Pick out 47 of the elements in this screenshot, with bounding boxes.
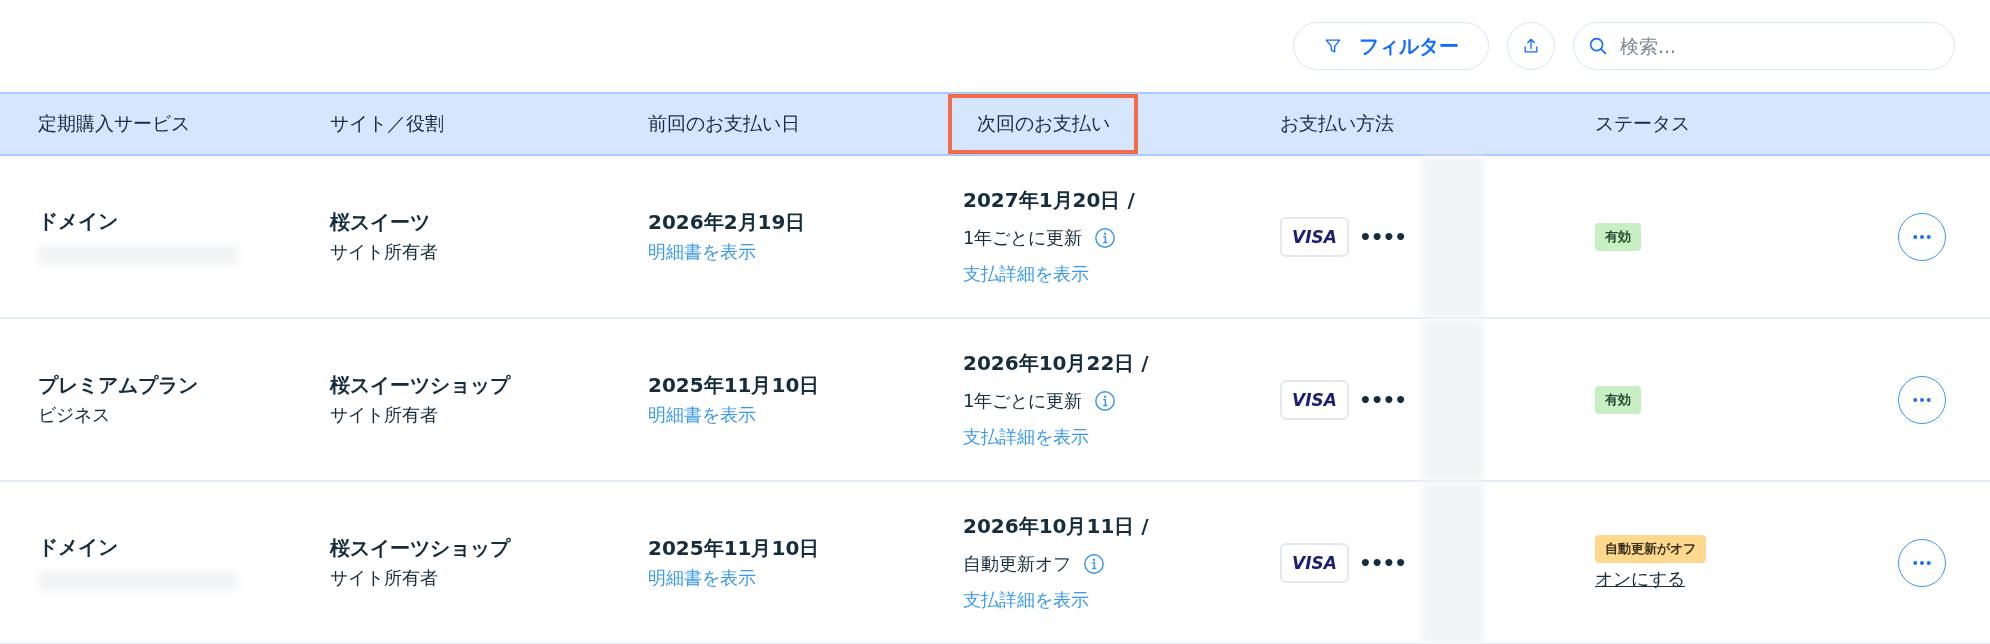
column-header[interactable]: 定期購入サービス [0, 94, 292, 154]
card-brand-logo: VISA [1280, 216, 1349, 257]
payment-date: 2026年10月22日 / [963, 350, 1149, 377]
turn-on-link[interactable]: オンにする [1595, 566, 1685, 591]
site-name: 桜スイーツショップ [330, 535, 510, 562]
search-field[interactable]: 検索... [1573, 22, 1955, 70]
card-brand-logo: VISA [1280, 379, 1349, 420]
card-number: •••• [1358, 387, 1407, 412]
payment-date: 2025年11月10日 [648, 372, 820, 399]
info-icon [1094, 227, 1117, 249]
service-name: プレミアムプラン [38, 372, 198, 399]
status-badge: 有効 [1595, 222, 1641, 251]
more-actions-button[interactable] [1898, 538, 1946, 587]
service-name: ドメイン [38, 208, 118, 235]
renewal-text: 1年ごとに更新 [963, 389, 1083, 413]
more-actions-button[interactable] [1898, 375, 1946, 424]
column-header[interactable]: サイト／役割 [292, 94, 610, 154]
status-badge: 自動更新がオフ [1595, 534, 1706, 563]
filter-button[interactable]: フィルター [1293, 22, 1489, 70]
more-icon [1913, 396, 1931, 403]
status-badge: 有効 [1595, 385, 1641, 414]
column-header[interactable]: 前回のお支払い日 [610, 94, 925, 154]
column-header[interactable]: お支払い方法 [1242, 94, 1557, 154]
more-icon [1913, 233, 1931, 240]
site-role: サイト所有者 [330, 240, 438, 264]
more-icon [1913, 559, 1931, 566]
info-icon [1094, 390, 1117, 412]
payment-date: 2025年11月10日 [648, 535, 820, 562]
site-role: サイト所有者 [330, 403, 438, 427]
renewal-text: 自動更新オフ [963, 552, 1071, 576]
more-actions-button[interactable] [1898, 212, 1946, 261]
card-number: •••• [1358, 224, 1407, 249]
renewal-text: 1年ごとに更新 [963, 226, 1083, 250]
payment-date: 2026年10月11日 / [963, 513, 1149, 540]
export-button[interactable] [1507, 22, 1555, 70]
site-name: 桜スイーツ [330, 209, 430, 236]
column-header[interactable]: ステータス [1557, 94, 1880, 154]
card-number: •••• [1358, 550, 1407, 575]
card-brand-logo: VISA [1280, 542, 1349, 583]
site-name: 桜スイーツショップ [330, 372, 510, 399]
payment-date: 2027年1月20日 / [963, 187, 1135, 214]
site-role: サイト所有者 [330, 566, 438, 590]
info-icon [1083, 553, 1105, 575]
payment-date: 2026年2月19日 [648, 209, 806, 236]
column-header[interactable]: 次回のお支払い [948, 94, 1138, 154]
service-plan: ビジネス [38, 403, 110, 427]
service-name: ドメイン [38, 534, 118, 561]
